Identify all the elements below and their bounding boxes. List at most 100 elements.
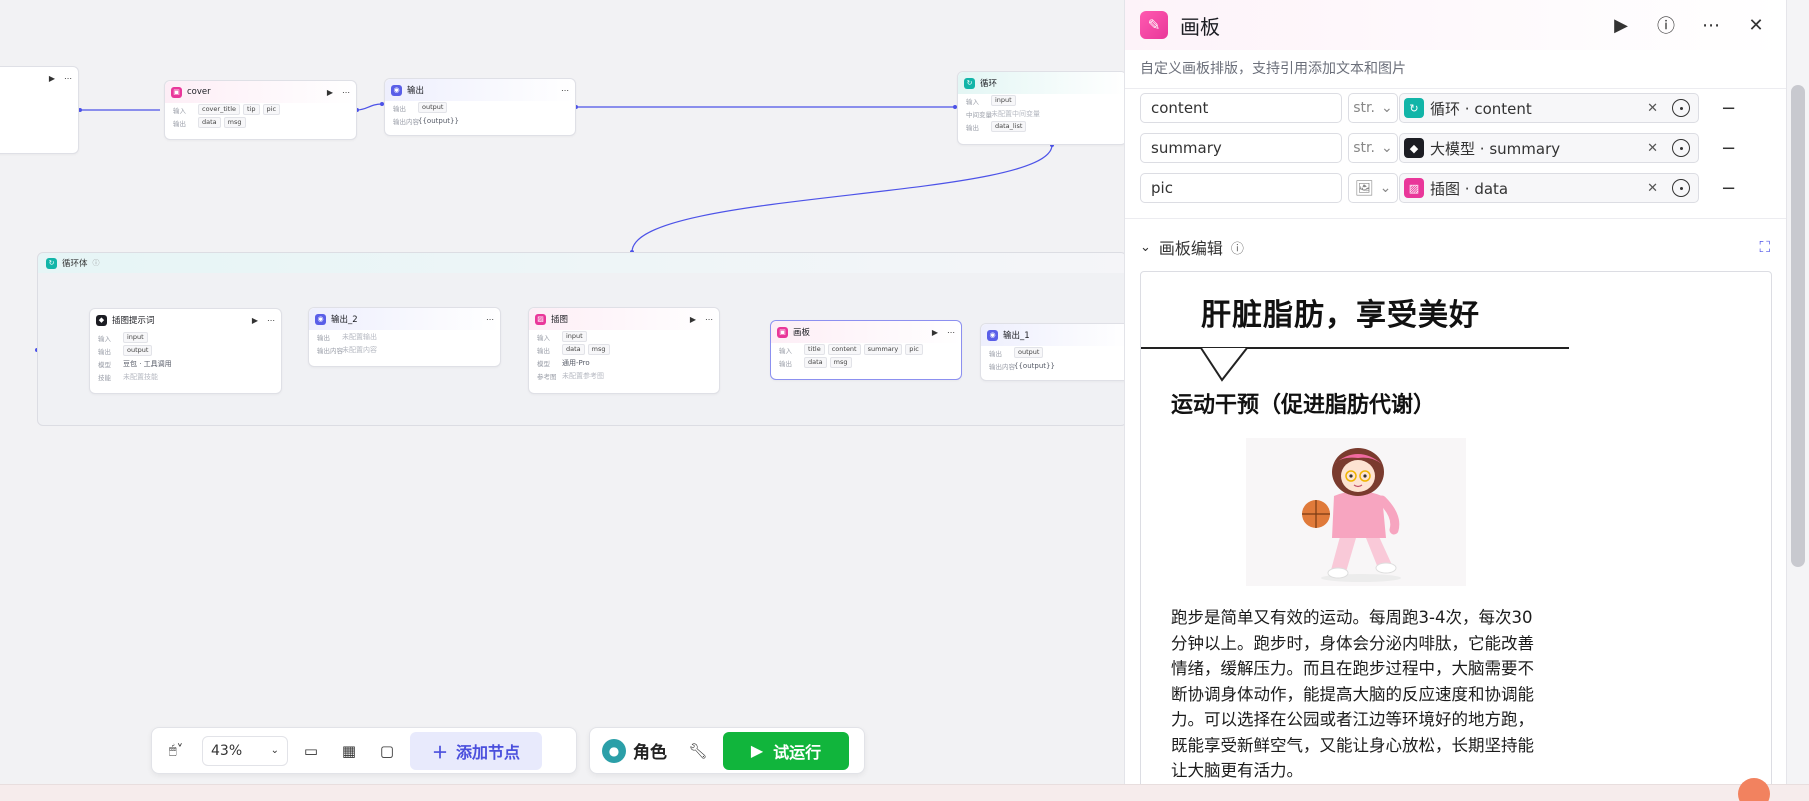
chevron-down-icon: ⌄ <box>1379 180 1392 196</box>
var-tag: pic <box>262 104 281 115</box>
node-title: 循环 <box>980 79 998 89</box>
more-icon[interactable]: ⋯ <box>947 328 955 337</box>
more-icon[interactable]: ⋯ <box>1697 11 1725 39</box>
test-run-button[interactable]: ▶ 试运行 <box>723 731 849 770</box>
edge-loop-body <box>631 144 1053 253</box>
comment-icon[interactable]: ▭ <box>296 736 326 766</box>
target-icon[interactable] <box>1672 179 1690 197</box>
node-partial-left[interactable]: ▶ ⋯ <box>0 66 79 154</box>
node-illus[interactable]: ▨ 插图 ▶ ⋯ 输入 input 输出 data msg 模型 通用-Pro 参考图 未配… <box>528 307 720 394</box>
var-ref-select[interactable]: ◆ 大模型 · summary ✕ <box>1399 133 1699 163</box>
node-illus-prompt[interactable]: ◆ 插图提示词 ▶ ⋯ 输入 input 输出 output 模型 豆包 · 工具调用 … <box>89 308 282 394</box>
var-ref-select[interactable]: ↻ 循环 · content ✕ <box>1399 93 1699 123</box>
field-value: 未配置中间变量 <box>991 109 1040 118</box>
chevron-down-icon[interactable]: ⌄ <box>1140 240 1151 255</box>
var-name-input[interactable]: content <box>1140 93 1342 123</box>
board-edit-section-header[interactable]: ⌄ 画板编辑 ⓘ ⛶ <box>1140 236 1770 258</box>
var-tag: data <box>198 117 221 128</box>
field-label: 输出 <box>966 123 979 132</box>
var-name-input[interactable]: pic <box>1140 173 1342 203</box>
field-label: 输出内容 <box>989 362 1015 371</box>
layout-grid-icon[interactable]: ▦ <box>334 736 364 766</box>
output-icon: ◉ <box>391 84 402 96</box>
clear-icon[interactable]: ✕ <box>1647 101 1658 116</box>
workflow-canvas[interactable]: ▶ ⋯ ▣ cover ▶ ⋯ 输入 cover_title tip pic 输出 … <box>0 0 1124 801</box>
var-tag: msg <box>587 344 610 355</box>
run-icon[interactable]: ▶ <box>1607 11 1635 39</box>
more-icon[interactable]: ⋯ <box>64 74 72 83</box>
panel-scrollbar[interactable] <box>1786 0 1809 784</box>
field-label: 输出 <box>393 104 406 113</box>
image-gen-icon: ▨ <box>1404 178 1424 198</box>
ref-field: summary <box>1489 139 1561 158</box>
board-preview[interactable]: 肝脏脂肪，享受美好 运动干预（促进脂肪代谢） 跑步是简单又有效的运动。每周跑3-… <box>1140 271 1772 784</box>
ref-node: 插图 <box>1430 179 1461 198</box>
field-value: 未配置内容 <box>342 345 377 354</box>
close-icon[interactable]: ✕ <box>1742 11 1770 39</box>
more-icon[interactable]: ⋯ <box>705 315 713 324</box>
var-tag: pic <box>905 344 923 355</box>
wrench-icon[interactable]: 🔧︎ <box>683 736 713 766</box>
loop-icon: ↻ <box>46 257 57 269</box>
ref-field: content <box>1474 99 1532 118</box>
play-icon: ▶ <box>750 741 764 760</box>
field-value: 未配置输出 <box>342 332 377 341</box>
run-node-icon[interactable]: ▶ <box>932 328 938 337</box>
help-icon[interactable]: ⓘ <box>1652 11 1680 39</box>
remove-var-icon[interactable]: − <box>1721 178 1736 199</box>
remove-var-icon[interactable]: − <box>1721 98 1736 119</box>
image-icon: 🖼︎ <box>1354 179 1374 197</box>
node-output-2[interactable]: ◉ 输出_2 ⋯ 输出 未配置输出 输出内容 未配置内容 <box>308 307 501 367</box>
var-name-input[interactable]: summary <box>1140 133 1342 163</box>
minimap-icon[interactable]: ▢ <box>372 736 402 766</box>
mouse-mode-icon[interactable]: 🖱︎˅ <box>158 736 194 766</box>
node-output-1[interactable]: ◉ 输出_1 输出 output 输出内容 {{output}} <box>980 323 1124 381</box>
role-button[interactable]: ● 角色 <box>596 738 673 763</box>
more-icon[interactable]: ⋯ <box>267 316 275 325</box>
var-tag: summary <box>863 344 903 355</box>
llm-icon: ◆ <box>96 314 107 326</box>
more-icon[interactable]: ⋯ <box>486 315 494 324</box>
field-label: 输出 <box>173 119 186 128</box>
clear-icon[interactable]: ✕ <box>1647 141 1658 156</box>
section-title: 画板编辑 <box>1158 239 1223 258</box>
group-title: 循环体 <box>62 259 88 269</box>
ref-node: 循环 <box>1430 99 1461 118</box>
expand-icon[interactable]: ⛶ <box>1759 238 1770 256</box>
run-node-icon[interactable]: ▶ <box>252 316 258 325</box>
more-icon[interactable]: ⋯ <box>561 86 569 95</box>
clear-icon[interactable]: ✕ <box>1647 181 1658 196</box>
field-label: 输入 <box>779 346 792 355</box>
add-node-label: 添加节点 <box>456 742 521 762</box>
field-label: 输出内容 <box>317 346 343 355</box>
var-tag: input <box>123 332 148 343</box>
target-icon[interactable] <box>1672 99 1690 117</box>
var-type-select[interactable]: 🖼︎ ⌄ <box>1348 173 1398 203</box>
info-icon[interactable]: ⓘ <box>93 258 100 268</box>
var-type: str. <box>1353 140 1375 156</box>
node-loop[interactable]: ↻ 循环 输入 input 中间变量 未配置中间变量 输出 data_list <box>957 71 1124 145</box>
plus-icon: ＋ <box>431 742 448 762</box>
run-node-icon[interactable]: ▶ <box>327 88 333 97</box>
node-cover[interactable]: ▣ cover ▶ ⋯ 输入 cover_title tip pic 输出 dat… <box>164 80 357 140</box>
node-output[interactable]: ◉ 输出 ⋯ 输出 output 输出内容 {{output}} <box>384 78 576 136</box>
run-node-icon[interactable]: ▶ <box>690 315 696 324</box>
node-board[interactable]: ▣ 画板 ▶ ⋯ 输入 title content summary pic 输出 … <box>770 320 962 380</box>
field-label: 技能 <box>98 373 111 382</box>
var-tag: content <box>827 344 861 355</box>
var-ref-select[interactable]: ▨ 插图 · data ✕ <box>1399 173 1699 203</box>
var-type-select[interactable]: str. ⌄ <box>1348 133 1398 163</box>
var-type-select[interactable]: str. ⌄ <box>1348 93 1398 123</box>
more-icon[interactable]: ⋯ <box>342 88 350 97</box>
canvas-toolbar: 🖱︎˅ 43% ⌄ ▭ ▦ ▢ ＋ 添加节点 <box>151 727 577 774</box>
run-node-icon[interactable]: ▶ <box>49 74 55 83</box>
scrollbar-thumb[interactable] <box>1791 85 1805 567</box>
add-node-button[interactable]: ＋ 添加节点 <box>410 731 542 770</box>
zoom-select[interactable]: 43% ⌄ <box>202 735 288 766</box>
info-icon[interactable]: ⓘ <box>1231 238 1244 257</box>
run-toolbar: ● 角色 🔧︎ ▶ 试运行 <box>589 727 865 774</box>
target-icon[interactable] <box>1672 139 1690 157</box>
remove-var-icon[interactable]: − <box>1721 138 1736 159</box>
node-title: 插图提示词 <box>112 316 155 326</box>
var-tag: input <box>562 331 587 342</box>
